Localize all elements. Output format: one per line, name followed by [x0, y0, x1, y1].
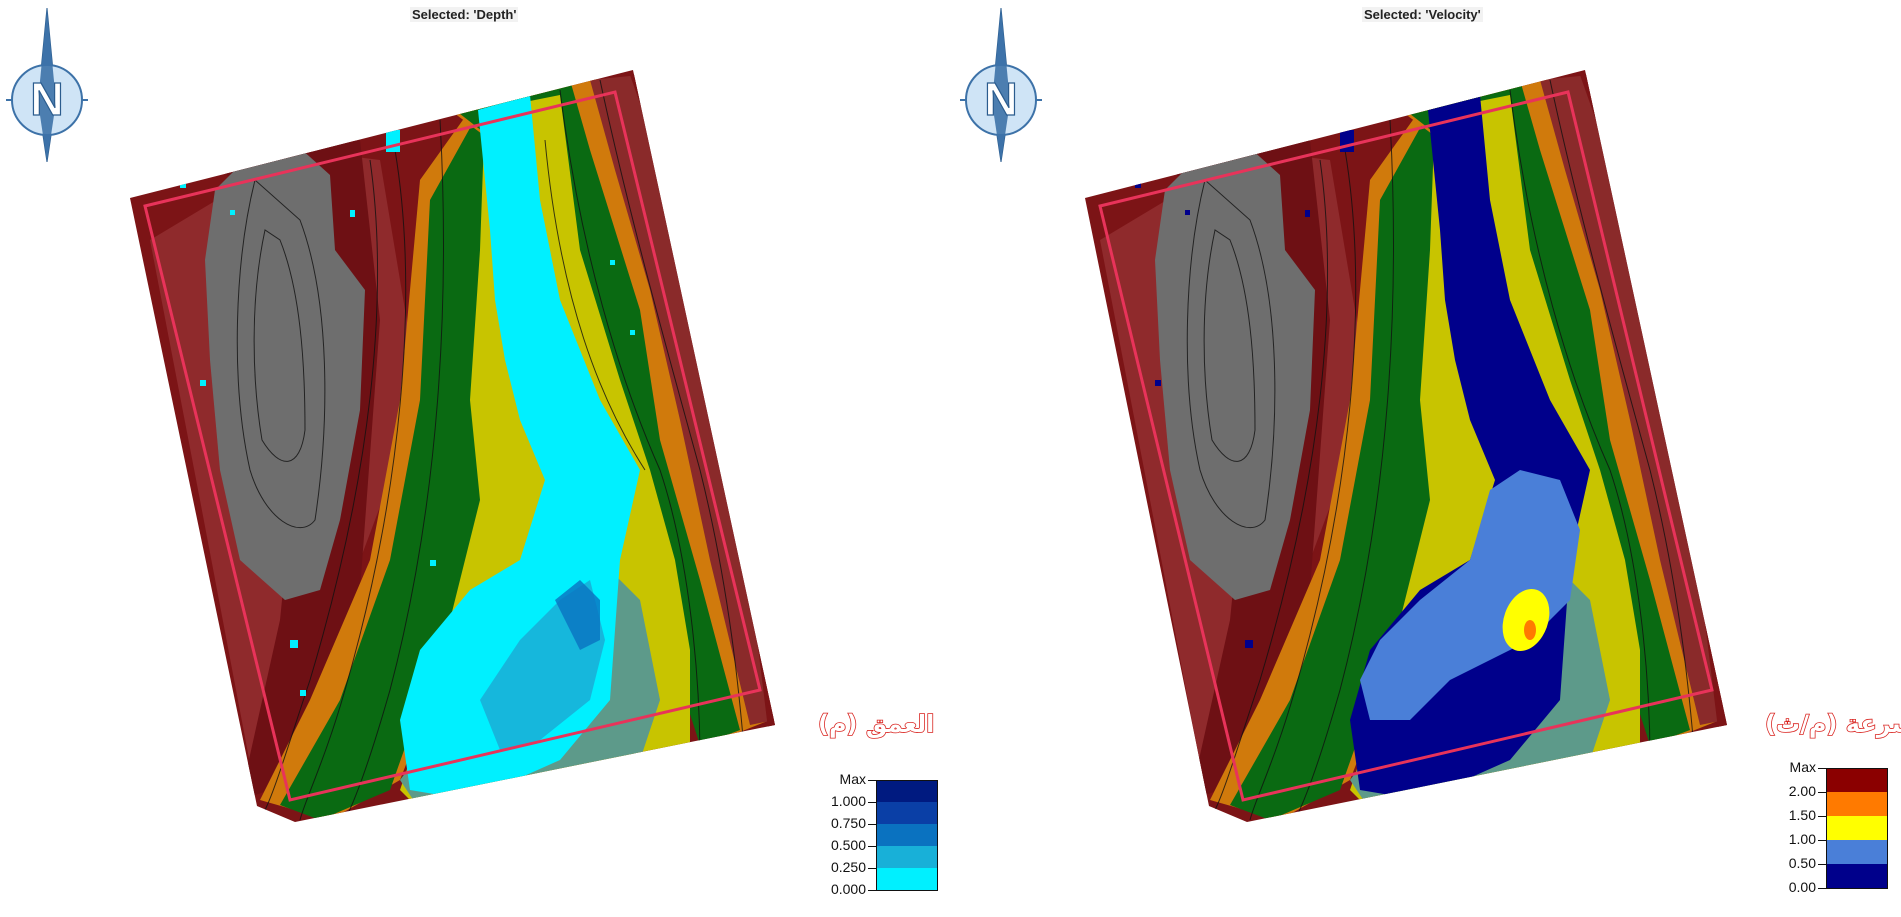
legend-label: 0.00: [1788, 879, 1816, 895]
depth-legend-title: العمق (م): [817, 709, 935, 739]
legend-swatch: [876, 802, 938, 824]
legend-label: 0.750: [830, 815, 866, 831]
legend-swatch: [1826, 864, 1888, 889]
velocity-map-panel: Selected: 'Velocity' N رعة (م/ث) Max 2.0…: [950, 0, 1901, 917]
legend-swatch: [876, 868, 938, 891]
legend-label: 0.500: [830, 837, 866, 853]
legend-swatch: [876, 780, 938, 803]
legend-label: 1.000: [830, 793, 866, 809]
legend-label: 2.00: [1788, 783, 1816, 799]
legend-swatch: [876, 824, 938, 846]
legend-swatch: [1826, 840, 1888, 864]
legend-swatch: [1826, 792, 1888, 816]
velocity-legend-title: السرعة (م/ث): [1764, 709, 1901, 739]
legend-label: Max: [839, 771, 866, 787]
legend-label: 1.50: [1788, 807, 1816, 823]
legend-label: 0.50: [1788, 855, 1816, 871]
legend-label: 1.00: [1788, 831, 1816, 847]
legend-label: 0.250: [830, 859, 866, 875]
depth-map-panel: Selected: 'Depth' N العمق (م) Max 1.000 …: [0, 0, 950, 917]
legend-swatch: [876, 846, 938, 868]
depth-map: [130, 70, 775, 822]
legend-swatch: [1826, 816, 1888, 840]
velocity-map: [1085, 70, 1727, 822]
legend-label: 0.000: [830, 881, 866, 897]
legend-label: Max: [1789, 759, 1816, 775]
legend-swatch: [1826, 768, 1888, 793]
